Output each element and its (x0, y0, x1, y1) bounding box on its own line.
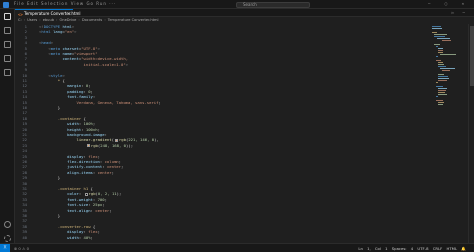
explorer-icon[interactable] (4, 13, 11, 20)
minimap-line (436, 82, 438, 83)
breadcrumb-item[interactable]: Users (27, 18, 37, 22)
source-control-icon[interactable] (4, 41, 11, 48)
minimap-line (432, 28, 442, 29)
minimap-line (436, 56, 438, 57)
minimap-line (441, 40, 452, 41)
minimap-line (438, 66, 446, 67)
status-bar: ⟩⟨ ⊗ 0 ⚠ 0 Ln 1, Col 1 Spaces: 4 UTF-8 C… (0, 243, 474, 252)
tab-temperature-converter[interactable]: <> Temperature Converter.html × (15, 9, 81, 17)
minimap-line (438, 94, 447, 95)
minimap-line (436, 86, 443, 87)
scrollbar-thumb[interactable] (470, 26, 474, 86)
window-controls[interactable]: – ▢ ✕ (428, 1, 470, 6)
status-right-items[interactable]: Ln 1, Col 1 Spaces: 4 UTF-8 CRLF HTML 🔔 (358, 246, 466, 251)
activity-bar (0, 9, 15, 252)
minimap-line (438, 88, 448, 89)
minimap-line (436, 100, 444, 101)
vertical-scrollbar[interactable] (468, 24, 474, 243)
minimap-line (436, 60, 442, 61)
extensions-icon[interactable] (4, 69, 11, 76)
minimap-line (432, 26, 442, 27)
vscode-logo-icon (3, 1, 9, 8)
breadcrumb-item[interactable]: ebuub (43, 18, 54, 22)
search-icon[interactable] (4, 27, 11, 34)
breadcrumb-separator: › (23, 18, 26, 22)
minimap-line (438, 76, 449, 77)
breadcrumb-separator: › (39, 18, 41, 22)
problems-indicator[interactable]: ⊗ 0 ⚠ 0 (14, 246, 29, 251)
code-text: width: 40%; (67, 234, 93, 240)
search-placeholder: Search (243, 1, 257, 7)
breadcrumb-separator: › (104, 18, 106, 22)
minimap-line (438, 90, 446, 91)
gear-icon[interactable] (4, 235, 11, 242)
minimap-line (438, 48, 443, 49)
editor-tabs: <> Temperature Converter.html × ▷ ⋯ (15, 9, 474, 17)
minimap-line (438, 50, 443, 51)
run-debug-icon[interactable] (4, 55, 11, 62)
breadcrumb-item[interactable]: Documents (82, 18, 103, 22)
minimap-line (438, 80, 447, 81)
html-file-icon: <> (18, 11, 23, 17)
minimap-line (440, 68, 455, 69)
breadcrumb-item[interactable]: C: (18, 18, 22, 22)
code-line[interactable]: 40 width: 40%; (15, 235, 430, 240)
accounts-icon[interactable] (4, 221, 11, 228)
menu-bar[interactable]: File Edit Selection View Go Run ··· (14, 1, 116, 6)
minimap-line (438, 62, 444, 63)
breadcrumb-item[interactable]: OneDrive (59, 18, 76, 22)
remote-indicator-icon[interactable]: ⟩⟨ (0, 244, 10, 252)
minimap[interactable] (430, 24, 468, 243)
minimap-line (434, 36, 445, 37)
close-icon[interactable]: × (68, 11, 70, 16)
minimap-line (440, 54, 457, 55)
code-editor[interactable]: 1 <!DOCTYPE html> 2 <html lang="en"> 3 4 <head… (15, 24, 430, 243)
minimap-line (438, 78, 449, 79)
minimap-line (432, 32, 438, 33)
minimap-line (442, 70, 451, 71)
title-bar: File Edit Selection View Go Run ··· Sear… (0, 0, 474, 9)
tab-label: Temperature Converter.html (24, 11, 81, 16)
minimap-line (434, 34, 447, 35)
minimap-line (438, 64, 445, 65)
minimap-line (438, 52, 444, 53)
line-number: 40 (22, 234, 27, 240)
minimap-line (438, 92, 446, 93)
minimap-line (438, 104, 443, 105)
minimap-line (434, 44, 440, 45)
minimap-line (438, 102, 445, 103)
breadcrumb-item[interactable]: Temperature Converter.html (108, 18, 159, 22)
minimap-line (436, 96, 438, 97)
minimap-line (436, 46, 438, 47)
breadcrumb-separator: › (56, 18, 58, 22)
command-center-search[interactable]: Search (236, 1, 310, 8)
minimap-line (437, 38, 450, 39)
editor-actions[interactable]: ▷ ⋯ (452, 10, 468, 15)
minimap-line (438, 74, 445, 75)
breadcrumb-separator: › (78, 18, 80, 22)
